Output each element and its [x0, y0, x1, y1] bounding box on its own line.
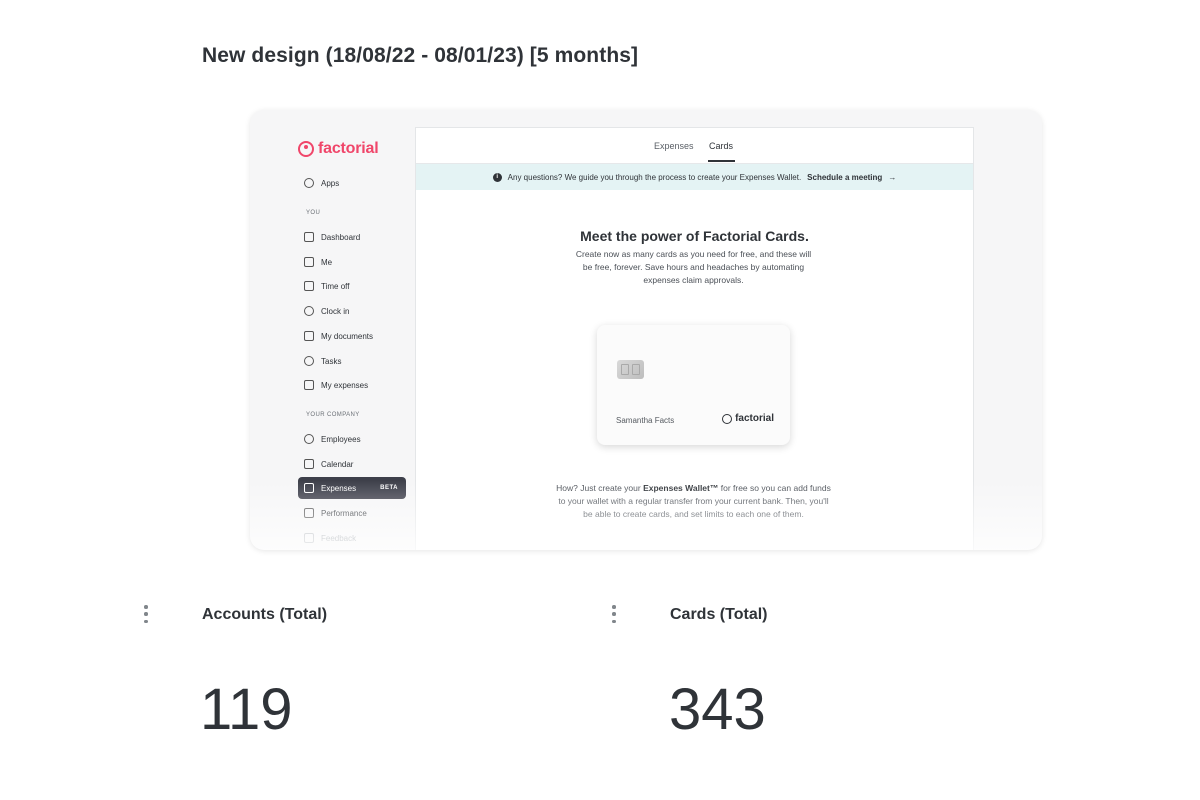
cards-total-value: 343 — [669, 677, 766, 742]
sidebar-item-time-off[interactable]: Time off — [298, 275, 406, 297]
sidebar-item-tasks[interactable]: Tasks — [298, 350, 406, 372]
sidebar-item-label: My documents — [321, 331, 374, 341]
apps-icon — [304, 178, 314, 188]
sidebar-item-employees[interactable]: Employees — [298, 428, 406, 450]
sidebar-item-my-expenses[interactable]: My expenses — [298, 374, 406, 396]
info-banner: i Any questions? We guide you through th… — [416, 164, 973, 190]
clock-icon — [304, 306, 314, 316]
sidebar-item-my-documents[interactable]: My documents — [298, 325, 406, 347]
tab-bar: Expenses Cards — [416, 128, 973, 164]
sidebar-item-apps[interactable]: Apps — [298, 172, 406, 194]
sidebar-item-label: Performance — [321, 508, 367, 518]
accounts-menu-kebab-icon[interactable] — [144, 605, 148, 623]
time-off-icon — [304, 281, 314, 291]
sidebar-item-label: Calendar — [321, 459, 354, 469]
tasks-icon — [304, 356, 314, 366]
sidebar-item-dashboard[interactable]: Dashboard — [298, 226, 406, 248]
tab-cards[interactable]: Cards — [709, 141, 733, 151]
card-icon — [304, 483, 314, 493]
sidebar-item-calendar[interactable]: Calendar — [298, 453, 406, 475]
factorial-logo: factorial — [298, 140, 379, 158]
sidebar-item-performance[interactable]: Performance — [298, 502, 406, 524]
card-brand-text: factorial — [735, 413, 774, 424]
card-illustration: Samantha Facts factorial — [597, 325, 790, 445]
calendar-icon — [304, 459, 314, 469]
expenses-wallet-text: Expenses Wallet™ — [643, 483, 719, 493]
sidebar-item-label: Me — [321, 257, 333, 267]
sidebar-item-me[interactable]: Me — [298, 251, 406, 273]
embedded-screenshot: factorial Apps YOU Dashboard Me Time off… — [250, 110, 1042, 550]
performance-icon — [304, 508, 314, 518]
home-icon — [304, 232, 314, 242]
main-panel: Expenses Cards i Any questions? We guide… — [415, 127, 974, 550]
user-icon — [304, 257, 314, 267]
section-label-your-company: YOUR COMPANY — [306, 412, 360, 418]
sidebar-item-label: Feedback — [321, 533, 357, 543]
logo-text: factorial — [318, 140, 379, 157]
card-chip-icon — [617, 360, 644, 379]
hero-title: Meet the power of Factorial Cards. — [580, 228, 809, 244]
sidebar-item-clock-in[interactable]: Clock in — [298, 300, 406, 322]
cards-total-label: Cards (Total) — [670, 606, 768, 623]
sidebar-item-label: My expenses — [321, 380, 369, 390]
tab-expenses[interactable]: Expenses — [654, 141, 694, 151]
banner-text: Any questions? We guide you through the … — [507, 172, 802, 182]
folder-icon — [304, 331, 314, 341]
page-title: New design (18/08/22 - 08/01/23) [5 mont… — [202, 44, 639, 67]
sidebar-item-label: Expenses — [321, 483, 357, 493]
section-label-you: YOU — [306, 210, 321, 216]
sidebar-item-label: Tasks — [321, 356, 342, 366]
sidebar-item-feedback[interactable]: Feedback — [298, 527, 406, 549]
factorial-logo-icon — [722, 413, 733, 424]
accounts-total-value: 119 — [200, 677, 293, 742]
sidebar-item-label: Apps — [321, 178, 340, 188]
sidebar-item-label: Employees — [321, 434, 361, 444]
card-holder-name: Samantha Facts — [616, 416, 675, 425]
accounts-total-label: Accounts (Total) — [202, 606, 328, 623]
schedule-meeting-link[interactable]: Schedule a meeting — [807, 173, 882, 182]
expenses-bag-icon — [304, 380, 314, 390]
factorial-logo-icon — [298, 141, 314, 157]
sidebar-item-expenses[interactable]: Expenses BETA — [298, 477, 406, 499]
hero-description: Create now as many cards as you need for… — [575, 249, 812, 285]
sidebar: factorial Apps YOU Dashboard Me Time off… — [296, 110, 408, 550]
beta-badge: BETA — [380, 485, 398, 491]
sidebar-item-label: Dashboard — [321, 232, 361, 242]
sidebar-item-label: Clock in — [321, 306, 350, 316]
feedback-icon — [304, 533, 314, 543]
sidebar-item-label: Time off — [321, 281, 350, 291]
employees-icon — [304, 434, 314, 444]
active-tab-indicator — [708, 160, 735, 162]
how-text-prefix: How? Just create your — [556, 483, 644, 493]
info-icon: i — [492, 172, 502, 182]
cards-menu-kebab-icon[interactable] — [612, 605, 616, 623]
card-brand: factorial — [722, 413, 774, 424]
arrow-right-icon[interactable]: → — [888, 173, 896, 182]
how-description: How? Just create your Expenses Wallet™ f… — [556, 482, 831, 521]
